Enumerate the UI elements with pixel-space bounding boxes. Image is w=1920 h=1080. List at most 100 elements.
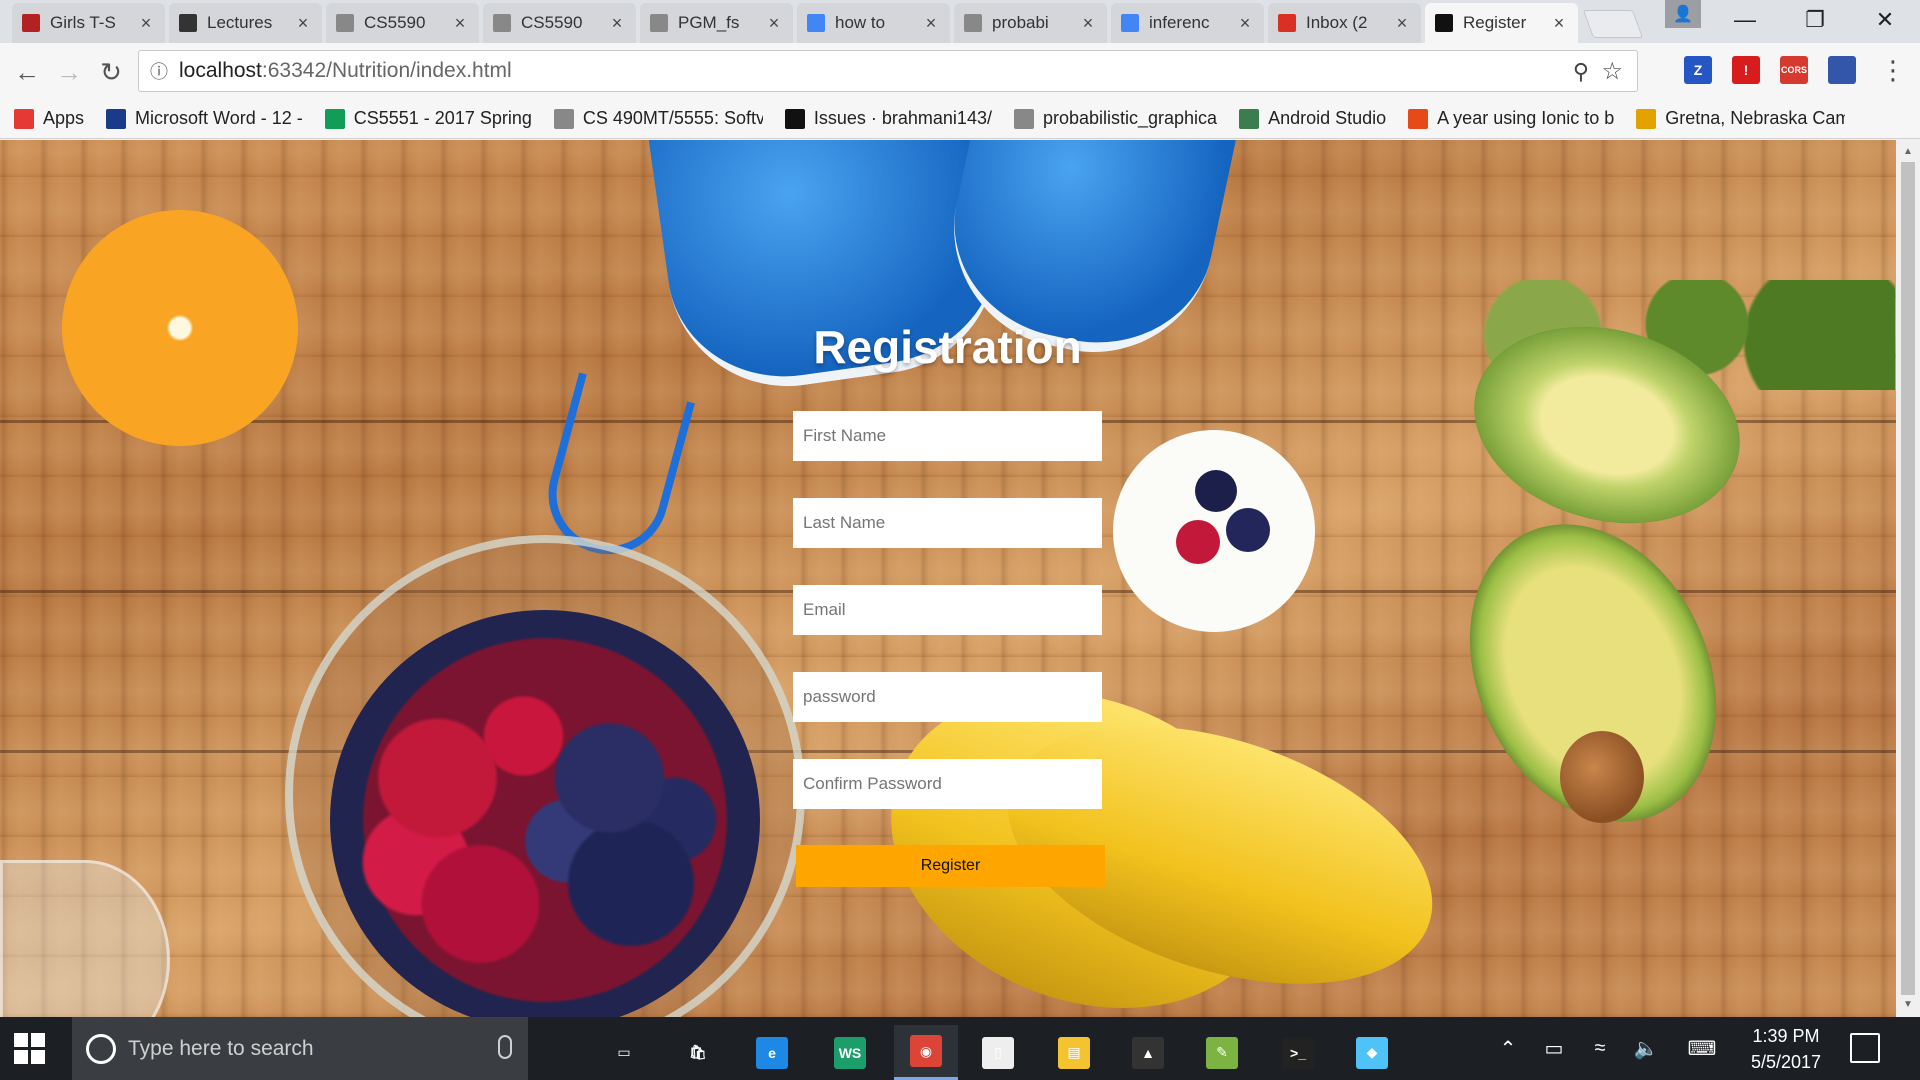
- reload-button[interactable]: ↻: [94, 55, 128, 89]
- browser-tab[interactable]: CS5590 ×: [483, 3, 636, 43]
- url-text[interactable]: localhost:63342/Nutrition/index.html: [179, 59, 512, 83]
- keyboard-icon[interactable]: ⌨: [1680, 1017, 1724, 1080]
- taskbar-app-glyph: >_: [1282, 1036, 1314, 1069]
- tab-close-icon[interactable]: ×: [1079, 13, 1097, 34]
- flag-extension-icon[interactable]: [1828, 56, 1856, 84]
- last-name-input[interactable]: [793, 498, 1102, 548]
- page-scrollbar[interactable]: ▲ ▼: [1896, 140, 1920, 1017]
- task-view-icon[interactable]: ▭: [592, 1025, 656, 1080]
- minimize-button[interactable]: —: [1710, 0, 1780, 40]
- browser-tab[interactable]: inferenc ×: [1111, 3, 1264, 43]
- zoom-icon[interactable]: ⚲: [1573, 59, 1589, 85]
- blueberry-image: [1195, 470, 1237, 512]
- bookmark-item[interactable]: Apps: [14, 108, 84, 129]
- adblock-icon[interactable]: !: [1732, 56, 1760, 84]
- bookmark-label: CS 490MT/5555: Softv: [582, 108, 763, 128]
- tab-title: how to: [835, 13, 886, 32]
- z-extension-icon[interactable]: Z: [1684, 56, 1712, 84]
- email-input[interactable]: [793, 585, 1102, 635]
- address-bar[interactable]: ⓘ localhost:63342/Nutrition/index.html ⚲…: [138, 50, 1638, 92]
- tab-title: Girls T-S: [50, 13, 116, 32]
- photos-icon[interactable]: ▲: [1116, 1025, 1180, 1080]
- chrome-taskbar-icon[interactable]: ◉: [894, 1025, 958, 1080]
- image-editor-icon[interactable]: ✎: [1190, 1025, 1254, 1080]
- ionic-icon: [1408, 108, 1429, 129]
- forward-button[interactable]: →: [52, 55, 86, 89]
- taskbar-app-glyph: ▭: [608, 1036, 640, 1069]
- tab-strip: Girls T-S × Lectures × CS5590 × CS5590 × PGM_fs ×…: [0, 0, 1920, 43]
- bookmark-label: probabilistic_graphica: [1042, 108, 1218, 128]
- cors-extension-icon[interactable]: CORS: [1780, 56, 1808, 84]
- tab-close-icon[interactable]: ×: [1236, 13, 1254, 34]
- browser-tab[interactable]: Register ×: [1425, 3, 1578, 43]
- register-button[interactable]: Register: [796, 845, 1105, 887]
- taskbar-app-glyph: ▤: [1058, 1036, 1090, 1069]
- notepad-icon[interactable]: ▯: [966, 1025, 1030, 1080]
- profile-icon[interactable]: 👤: [1665, 0, 1701, 28]
- bookmark-item[interactable]: CS 490MT/5555: Softv: [553, 108, 763, 129]
- tab-title: Lectures: [207, 13, 273, 32]
- back-button[interactable]: ←: [10, 55, 44, 89]
- bookmark-item[interactable]: Microsoft Word - 12 -: [106, 108, 303, 129]
- tab-close-icon[interactable]: ×: [765, 13, 783, 34]
- scrollbar-thumb[interactable]: [1901, 162, 1915, 995]
- browser-tab[interactable]: Girls T-S ×: [12, 3, 165, 43]
- store-icon[interactable]: 🛍: [666, 1025, 730, 1080]
- site-info-icon[interactable]: ⓘ: [139, 58, 179, 84]
- scroll-up-arrow-icon[interactable]: ▲: [1896, 142, 1920, 162]
- webstorm-taskbar-icon[interactable]: WS: [818, 1025, 882, 1080]
- camping-icon: [1636, 108, 1657, 129]
- bookmark-item[interactable]: CS5551 - 2017 Spring: [324, 108, 532, 129]
- file-explorer-icon[interactable]: ▤: [1042, 1025, 1106, 1080]
- bookmark-item[interactable]: Gretna, Nebraska Cam: [1636, 108, 1845, 129]
- tab-close-icon[interactable]: ×: [451, 13, 469, 34]
- taskbar: Type here to search ▭ 🛍 e WS ◉ ▯ ▤ ▲ ✎ >_ ◆ ⌃ ▭ ≈ …: [0, 1017, 1920, 1080]
- bookmark-item[interactable]: Android Studio: [1239, 108, 1386, 129]
- bookmark-star-icon[interactable]: ☆: [1601, 57, 1623, 86]
- browser-tab[interactable]: PGM_fs ×: [640, 3, 793, 43]
- scroll-down-arrow-icon[interactable]: ▼: [1896, 995, 1920, 1015]
- close-window-button[interactable]: ✕: [1850, 0, 1920, 40]
- new-tab-button[interactable]: [1582, 10, 1644, 38]
- browser-tab[interactable]: probabi ×: [954, 3, 1107, 43]
- windows-start-icon[interactable]: [14, 1033, 46, 1065]
- tab-close-icon[interactable]: ×: [294, 13, 312, 34]
- tab-close-icon[interactable]: ×: [922, 13, 940, 34]
- bookmark-item[interactable]: Issues · brahmani143/: [784, 108, 992, 129]
- browser-tab[interactable]: CS5590 ×: [326, 3, 479, 43]
- bookmark-label: CS5551 - 2017 Spring: [353, 108, 532, 128]
- tab-close-icon[interactable]: ×: [1550, 13, 1568, 34]
- app-icon[interactable]: ◆: [1340, 1025, 1404, 1080]
- browser-tab[interactable]: how to ×: [797, 3, 950, 43]
- bookmark-item[interactable]: A year using Ionic to b: [1408, 108, 1614, 129]
- google-icon: [807, 14, 825, 32]
- sheets-icon: [324, 108, 345, 129]
- battery-icon[interactable]: ▭: [1536, 1017, 1572, 1080]
- edge-icon[interactable]: e: [740, 1025, 804, 1080]
- bookmark-label: Apps: [43, 108, 85, 128]
- first-name-input[interactable]: [793, 411, 1102, 461]
- tab-title: CS5590: [521, 13, 583, 32]
- password-input[interactable]: [793, 672, 1102, 722]
- bookmark-item[interactable]: probabilistic_graphica: [1013, 108, 1218, 129]
- browser-tab[interactable]: Inbox (2 ×: [1268, 3, 1421, 43]
- browser-menu-icon[interactable]: ⋮: [1880, 55, 1906, 86]
- volume-muted-icon[interactable]: 🔈: [1628, 1017, 1664, 1080]
- gmail-icon: [1278, 14, 1296, 32]
- tab-close-icon[interactable]: ×: [137, 13, 155, 34]
- cmd-icon[interactable]: >_: [1266, 1025, 1330, 1080]
- confirm-password-input[interactable]: [793, 759, 1102, 809]
- taskbar-search[interactable]: Type here to search: [72, 1017, 528, 1080]
- cortana-icon[interactable]: [86, 1033, 116, 1064]
- tab-close-icon[interactable]: ×: [608, 13, 626, 34]
- umkc-icon: [106, 108, 127, 129]
- restore-button[interactable]: ❐: [1780, 0, 1850, 40]
- google-icon: [1121, 14, 1139, 32]
- tray-chevron-icon[interactable]: ⌃: [1490, 1017, 1526, 1080]
- tab-close-icon[interactable]: ×: [1393, 13, 1411, 34]
- taskbar-clock[interactable]: 1:39 PM 5/5/2017: [1736, 1023, 1836, 1075]
- action-center-icon[interactable]: [1850, 1033, 1880, 1063]
- microphone-icon[interactable]: [498, 1035, 512, 1059]
- browser-tab[interactable]: Lectures ×: [169, 3, 322, 43]
- wifi-icon[interactable]: ≈: [1582, 1017, 1618, 1080]
